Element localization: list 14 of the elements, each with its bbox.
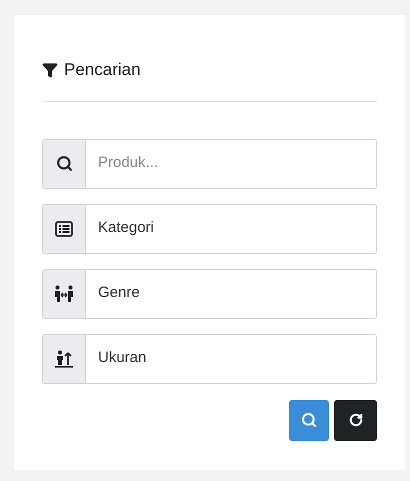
- refresh-button[interactable]: [334, 400, 377, 440]
- refresh-icon: [348, 413, 362, 427]
- person-up-arrow-icon: [54, 350, 74, 368]
- search-field[interactable]: Produk...: [86, 138, 377, 188]
- panel-title: Pencarian: [64, 59, 141, 81]
- search-icon: [301, 412, 317, 428]
- search-button[interactable]: [289, 400, 329, 440]
- list-icon: [55, 220, 73, 236]
- select-field[interactable]: Ukuran: [86, 334, 377, 384]
- select-field[interactable]: Genre: [86, 268, 377, 318]
- filter-icon: [42, 62, 58, 78]
- search-icon: [56, 155, 72, 172]
- people-arrow-icon: [54, 284, 74, 302]
- select-field[interactable]: Kategori: [86, 204, 377, 254]
